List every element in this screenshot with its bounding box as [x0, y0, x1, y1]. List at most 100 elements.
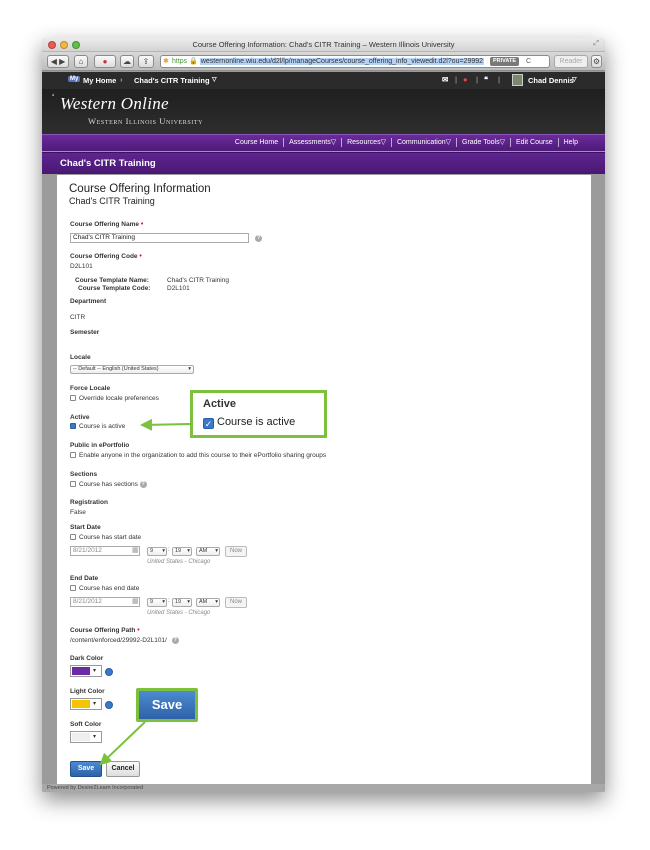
start-date-input[interactable]: 8/21/2012: [70, 546, 140, 556]
force-locale-option[interactable]: Override locale preferences: [70, 395, 159, 402]
chat-icon[interactable]: ❝: [484, 75, 488, 84]
dark-color-select[interactable]: ▾: [70, 665, 102, 677]
chevron-down-icon[interactable]: ▽: [212, 76, 217, 83]
eportfolio-checkbox[interactable]: [70, 452, 76, 458]
start-hour-value: 9: [150, 548, 154, 554]
nav-resources[interactable]: Resources▽: [342, 138, 392, 147]
name-label-text: Course Offering Name: [70, 221, 139, 228]
cloud-icon[interactable]: ☁: [120, 55, 134, 68]
browser-toolbar: ◀ ▶ ⌂ ● ☁ ⇪ ✱ https 🔒 westernonline.wiu.…: [42, 52, 605, 71]
reload-icon[interactable]: C: [526, 56, 531, 67]
nav-help[interactable]: Help: [559, 138, 583, 147]
back-forward-buttons[interactable]: ◀ ▶: [47, 55, 69, 68]
nav-communication[interactable]: Communication▽: [392, 138, 457, 147]
chevron-down-icon: ▾: [215, 599, 218, 605]
chevron-right-icon: ›: [120, 75, 123, 84]
settings-icon[interactable]: ⚙: [591, 55, 602, 68]
home-icon[interactable]: ⌂: [74, 55, 88, 68]
end-minute-value: 19: [175, 599, 182, 605]
start-hour-select[interactable]: 9 ▾: [147, 547, 167, 556]
color-picker-icon[interactable]: [105, 701, 113, 709]
reader-button[interactable]: Reader: [554, 55, 588, 68]
extension-icon[interactable]: ●: [94, 55, 116, 68]
message-icon[interactable]: ✉: [442, 75, 448, 84]
help-icon[interactable]: ?: [255, 235, 262, 242]
start-minute-select[interactable]: 19 ▾: [172, 547, 192, 556]
address-bar[interactable]: ✱ https 🔒 westernonline.wiu.edu/d2l/lp/m…: [160, 55, 550, 68]
active-label: Active: [70, 414, 90, 421]
page-title: Course Offering Information: [69, 183, 211, 195]
banner-subtitle: Western Illinois University: [88, 116, 204, 126]
start-date-option[interactable]: Course has start date: [70, 534, 141, 541]
eportfolio-option-text: Enable anyone in the organization to add…: [79, 452, 327, 459]
end-hour-select[interactable]: 9 ▾: [147, 598, 167, 607]
nav-grade-tools[interactable]: Grade Tools▽: [457, 138, 512, 147]
chevron-down-icon[interactable]: ▽: [572, 76, 577, 83]
avatar[interactable]: [512, 74, 523, 86]
active-checkbox[interactable]: [70, 423, 76, 429]
department-value: CITR: [70, 314, 86, 321]
fullscreen-icon[interactable]: ⤢: [593, 40, 599, 48]
url-protocol: https: [172, 58, 188, 65]
course-name-input[interactable]: Chad's CITR Training: [70, 233, 249, 243]
share-icon[interactable]: ⇪: [138, 55, 154, 68]
sections-option-text: Course has sections: [79, 481, 138, 489]
help-icon[interactable]: ?: [171, 637, 179, 644]
sections-label: Sections: [70, 471, 98, 478]
end-date-option-text: Course has end date: [79, 585, 140, 592]
active-option[interactable]: Course is active: [70, 423, 125, 430]
required-icon: •: [137, 627, 140, 634]
start-date-checkbox[interactable]: [70, 534, 76, 540]
nav-label: Help: [563, 139, 578, 146]
footer: Powered by Desire2Learn Incorporated: [42, 784, 605, 792]
sections-option[interactable]: Course has sections ?: [70, 481, 147, 488]
nav-assessments[interactable]: Assessments▽: [284, 138, 343, 147]
end-now-button[interactable]: Now: [225, 597, 247, 608]
sections-checkbox[interactable]: [70, 481, 76, 488]
callout-option: ✓ Course is active: [203, 416, 295, 429]
chevron-down-icon: ▾: [162, 548, 165, 554]
active-option-text: Course is active: [79, 423, 126, 430]
cancel-button[interactable]: Cancel: [106, 761, 140, 777]
required-icon: •: [139, 253, 142, 260]
subscription-icon[interactable]: ●: [463, 75, 468, 84]
light-color-swatch: [72, 700, 90, 708]
chevron-down-icon: ▽: [499, 139, 506, 146]
light-color-select[interactable]: ▾: [70, 698, 102, 710]
end-ampm-select[interactable]: AM ▾: [196, 598, 220, 607]
required-icon: •: [140, 221, 144, 228]
nav-edit-course[interactable]: Edit Course: [511, 138, 559, 147]
name-label: Course Offering Name •: [70, 221, 143, 228]
soft-color-swatch: [72, 733, 90, 741]
course-title: Chad's CITR Training: [60, 158, 156, 169]
locale-select-value: -- Default -- English (United States): [73, 366, 159, 372]
help-icon[interactable]: ?: [139, 481, 147, 488]
color-picker-icon[interactable]: [105, 668, 113, 676]
locale-select[interactable]: -- Default -- English (United States) ▾: [70, 365, 194, 374]
calendar-icon[interactable]: ▦: [132, 546, 139, 554]
end-date-checkbox[interactable]: [70, 585, 76, 591]
eportfolio-option[interactable]: Enable anyone in the organization to add…: [70, 452, 326, 459]
logo-mark-icon: ʻ: [52, 93, 55, 104]
path-label: Course Offering Path •: [70, 627, 140, 634]
end-date-option[interactable]: Course has end date: [70, 585, 139, 592]
user-name[interactable]: Chad Dennis: [528, 76, 574, 85]
calendar-icon[interactable]: ▦: [132, 597, 139, 605]
save-button[interactable]: Save: [70, 761, 102, 777]
soft-color-select[interactable]: ▾: [70, 731, 102, 743]
private-badge: PRIVATE: [489, 57, 519, 66]
nav-label: Assessments: [289, 139, 331, 146]
start-now-button[interactable]: Now: [225, 546, 247, 557]
course-selector[interactable]: Chad's CITR Training: [134, 76, 210, 85]
code-label: Course Offering Code •: [70, 253, 142, 260]
end-date-input[interactable]: 8/21/2012: [70, 597, 140, 607]
chevron-down-icon: ▾: [187, 599, 190, 605]
path-value: /content/enforced/29992-D2L101/ ?: [70, 637, 179, 644]
dark-color-label: Dark Color: [70, 655, 104, 662]
start-timezone: United States - Chicago: [147, 559, 211, 565]
my-home-link[interactable]: My Home: [83, 76, 116, 85]
force-locale-checkbox[interactable]: [70, 395, 76, 401]
nav-course-home[interactable]: Course Home: [230, 138, 285, 147]
end-minute-select[interactable]: 19 ▾: [172, 598, 192, 607]
start-ampm-select[interactable]: AM ▾: [196, 547, 220, 556]
